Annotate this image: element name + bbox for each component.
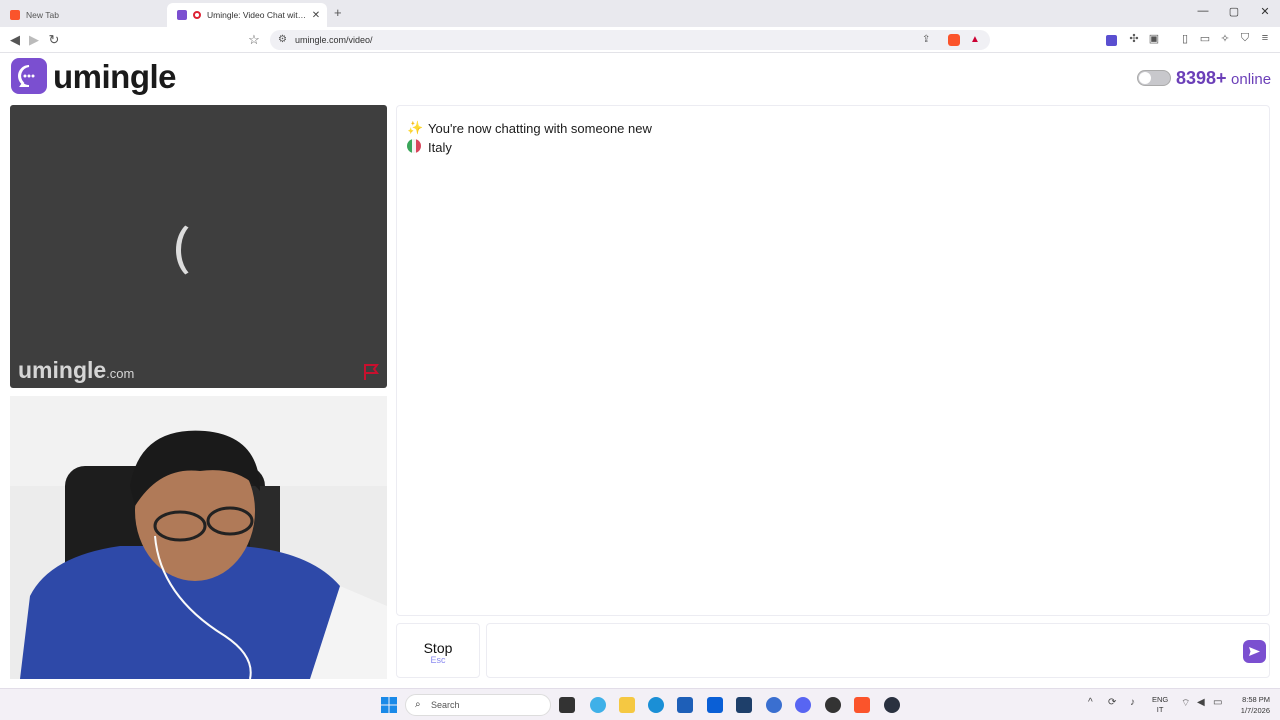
leo-ai-icon[interactable]: ✧	[1218, 32, 1232, 45]
clock-time: 8:58 PM	[1242, 695, 1270, 704]
terminal-icon[interactable]	[736, 697, 752, 713]
sync-icon[interactable]: ⟳	[1108, 697, 1116, 708]
windows-taskbar: ⌕ Search ^ ⟳ ♪ ENG IT ⌔ ◀ ▭ 8:58 PM 1/7/…	[0, 688, 1280, 720]
brave-browser-icon[interactable]	[854, 697, 870, 713]
minimize-window-icon[interactable]: —	[1188, 5, 1218, 17]
online-counter: 8398+ online	[1176, 68, 1271, 89]
edge-icon[interactable]	[648, 697, 664, 713]
github-desktop-icon[interactable]	[825, 697, 841, 713]
umingle-favicon-icon	[177, 10, 187, 20]
dropbox-icon[interactable]	[707, 697, 723, 713]
camera-person-image	[10, 396, 387, 679]
video-watermark: umingle.com	[18, 357, 134, 384]
search-placeholder: Search	[431, 700, 460, 710]
bookmark-icon[interactable]: ☆	[246, 32, 262, 48]
new-tab-button[interactable]: +	[334, 5, 342, 20]
file-explorer-icon[interactable]	[619, 697, 635, 713]
language-code: ENG	[1152, 695, 1169, 704]
windows-start-icon[interactable]	[381, 697, 397, 713]
stop-label: Stop	[423, 640, 453, 656]
tab-title: New Tab	[26, 10, 59, 20]
italy-flag-icon	[407, 139, 423, 156]
restore-window-icon[interactable]: ▢	[1219, 5, 1249, 18]
stop-shortcut-hint: Esc	[430, 655, 446, 665]
microphone-icon[interactable]: ♪	[1130, 697, 1135, 708]
stop-button[interactable]: Stop Esc	[396, 623, 480, 678]
microsoft-store-icon[interactable]	[677, 697, 693, 713]
site-info-icon[interactable]: ⚙	[278, 34, 287, 45]
loading-spinner-icon	[176, 220, 220, 280]
wallet-card-icon[interactable]: ▭	[1198, 32, 1212, 45]
chat-log: ✨ You're now chatting with someone new I…	[396, 105, 1270, 616]
chat-message-input[interactable]	[486, 623, 1270, 678]
sparkles-icon: ✨	[407, 120, 424, 135]
brave-favicon-icon	[10, 10, 20, 20]
copilot-icon[interactable]	[590, 697, 606, 713]
browser-toolbar: ◀ ▶ ↻ ☆ ⚙ umingle.com/video/ ⇪ ▲ ✣ ▣ ▯ ▭…	[0, 27, 1280, 53]
discord-icon[interactable]	[795, 697, 811, 713]
volume-icon[interactable]: ◀	[1197, 697, 1205, 708]
menu-icon[interactable]: ≡	[1258, 32, 1272, 44]
logo-wordmark[interactable]: umingle	[53, 58, 177, 96]
battery-icon[interactable]: ▭	[1213, 697, 1222, 708]
country-message: Italy	[407, 139, 452, 156]
wallet-icon[interactable]: ▣	[1147, 32, 1161, 45]
share-icon[interactable]: ⇪	[922, 34, 930, 45]
app-icon[interactable]	[766, 697, 782, 713]
tab-title: Umingle: Video Chat with Strangers	[207, 10, 309, 20]
send-arrow-icon	[1249, 647, 1260, 656]
close-window-icon[interactable]: ✕	[1250, 5, 1280, 18]
send-button[interactable]	[1243, 640, 1266, 663]
watermark-suffix: .com	[106, 366, 135, 381]
wifi-icon[interactable]: ⌔	[1181, 697, 1190, 710]
show-hidden-icons-icon[interactable]: ^	[1088, 697, 1093, 708]
message-text: You're now chatting with someone new	[428, 120, 652, 136]
clock-date: 1/7/2026	[1240, 706, 1270, 715]
browser-tab-strip: New Tab Umingle: Video Chat with Strange…	[0, 0, 1280, 27]
obs-icon[interactable]	[884, 697, 900, 713]
system-message: ✨ You're now chatting with someone new	[407, 120, 652, 136]
recording-indicator-icon	[193, 11, 201, 19]
forward-icon[interactable]: ▶	[26, 32, 42, 48]
tab-umingle[interactable]: Umingle: Video Chat with Strangers ✕	[167, 3, 327, 27]
brave-shields-icon[interactable]	[948, 34, 960, 46]
keyboard-layout: IT	[1156, 705, 1164, 714]
close-tab-icon[interactable]: ✕	[309, 10, 323, 21]
reload-icon[interactable]: ↻	[46, 32, 62, 48]
watermark-main: umingle	[18, 357, 107, 383]
system-clock[interactable]: 8:58 PM 1/7/2026	[1228, 694, 1270, 716]
extensions-puzzle-icon[interactable]: ✣	[1127, 32, 1141, 45]
online-count: 8398+	[1176, 68, 1227, 88]
theme-toggle[interactable]	[1137, 70, 1171, 86]
report-flag-icon[interactable]	[362, 362, 382, 382]
task-view-icon[interactable]	[559, 697, 575, 713]
tab-new-tab[interactable]: New Tab	[0, 3, 165, 27]
sidebar-icon[interactable]: ▯	[1178, 32, 1192, 45]
vpn-shield-icon[interactable]: ⛉	[1238, 32, 1252, 45]
back-icon[interactable]: ◀	[7, 32, 23, 48]
umingle-logo-icon[interactable]	[11, 58, 47, 94]
url-text[interactable]: umingle.com/video/	[295, 35, 373, 45]
brave-rewards-icon[interactable]: ▲	[970, 34, 980, 45]
address-bar[interactable]: ⚙ umingle.com/video/ ⇪ ▲	[270, 30, 990, 50]
online-label: online	[1231, 71, 1272, 88]
country-name: Italy	[428, 140, 452, 155]
self-camera-video	[10, 396, 387, 679]
stranger-video: umingle.com	[10, 105, 387, 388]
extension-icon[interactable]	[1106, 35, 1117, 46]
search-icon: ⌕	[415, 699, 421, 710]
language-indicator[interactable]: ENG IT	[1152, 695, 1168, 715]
taskbar-search[interactable]: ⌕ Search	[405, 694, 551, 716]
